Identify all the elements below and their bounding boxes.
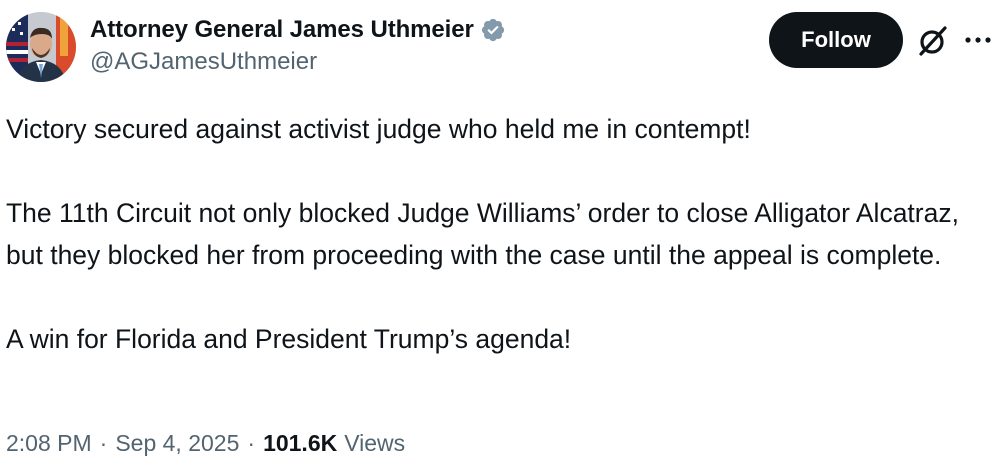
tweet-text: Victory secured against activist judge w… bbox=[6, 108, 986, 360]
name-row: Attorney General James Uthmeier bbox=[90, 14, 506, 46]
meta-separator: · bbox=[99, 430, 108, 456]
follow-button[interactable]: Follow bbox=[769, 12, 903, 68]
tweet-date[interactable]: Sep 4, 2025 bbox=[115, 430, 239, 457]
verified-badge-icon[interactable] bbox=[480, 17, 506, 43]
grok-icon[interactable] bbox=[916, 24, 950, 58]
more-icon[interactable] bbox=[962, 28, 994, 52]
tweet-paragraph: Victory secured against activist judge w… bbox=[6, 114, 751, 144]
views-label: Views bbox=[344, 430, 406, 456]
views-count[interactable]: 101.6K bbox=[263, 430, 337, 457]
tweet-paragraph: The 11th Circuit not only blocked Judge … bbox=[6, 198, 959, 270]
handle[interactable]: @AGJamesUthmeier bbox=[90, 48, 506, 76]
meta-separator: · bbox=[247, 430, 256, 456]
tweet-meta: 2:08 PM · Sep 4, 2025 · 101.6K Views bbox=[6, 430, 405, 457]
tweet: Attorney General James Uthmeier @AGJames… bbox=[0, 0, 996, 463]
tweet-paragraph: A win for Florida and President Trump’s … bbox=[6, 324, 572, 354]
tweet-time[interactable]: 2:08 PM bbox=[6, 430, 92, 457]
avatar[interactable] bbox=[6, 12, 76, 82]
avatar-image bbox=[6, 12, 76, 82]
display-name[interactable]: Attorney General James Uthmeier bbox=[90, 16, 474, 44]
author-block: Attorney General James Uthmeier @AGJames… bbox=[90, 14, 506, 76]
